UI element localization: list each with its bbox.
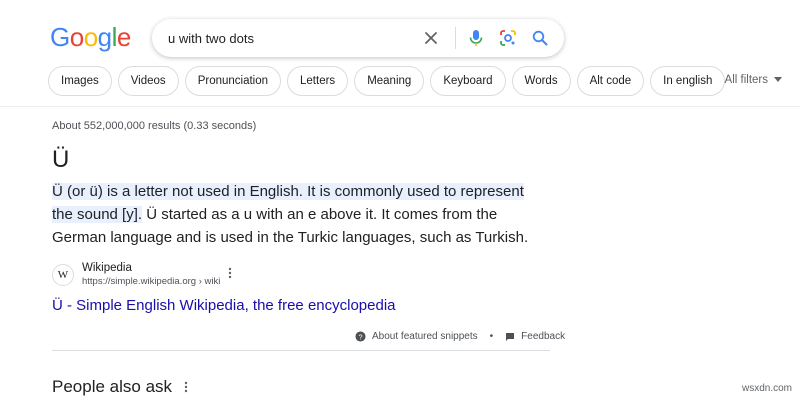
chip-meaning[interactable]: Meaning xyxy=(354,66,425,96)
svg-text:?: ? xyxy=(358,332,362,341)
chip-letters[interactable]: Letters xyxy=(287,66,349,96)
search-box[interactable]: u with two dots xyxy=(152,19,564,57)
more-options-icon[interactable] xyxy=(228,267,232,282)
lens-icon[interactable] xyxy=(494,24,522,52)
snippet-line-3: German language and is used in the Turki… xyxy=(52,229,529,246)
search-input[interactable]: u with two dots xyxy=(168,31,417,46)
snippet-line-2-highlight: the sound [y]. xyxy=(52,206,143,223)
logo-letter: g xyxy=(97,22,112,52)
source-attribution[interactable]: W Wikipedia https://simple.wikipedia.org… xyxy=(52,261,232,288)
logo-letter: G xyxy=(50,22,70,52)
chip-words[interactable]: Words xyxy=(511,66,571,96)
featured-snippet-text: Ü (or ü) is a letter not used in English… xyxy=(52,180,542,249)
chip-in-english[interactable]: In english xyxy=(650,66,726,96)
logo-letter: o xyxy=(69,22,84,52)
snippet-footer: ? About featured snippets • Feedback xyxy=(355,331,565,342)
all-filters-label: All filters xyxy=(724,74,768,86)
feedback-icon xyxy=(506,332,515,341)
people-also-ask-title: People also ask xyxy=(52,377,173,396)
snippet-divider xyxy=(52,350,550,351)
feedback-link[interactable]: Feedback xyxy=(521,331,565,342)
filter-chips: Images Videos Pronunciation Letters Mean… xyxy=(48,66,726,96)
snippet-line-1: Ü (or ü) is a letter not used in English… xyxy=(52,183,524,200)
chip-videos[interactable]: Videos xyxy=(117,66,179,96)
source-url: https://simple.wikipedia.org › wiki xyxy=(82,276,221,287)
people-also-ask-header: People also ask xyxy=(52,377,188,397)
header-divider xyxy=(0,106,800,107)
about-featured-snippets-link[interactable]: About featured snippets xyxy=(372,331,478,342)
all-filters-button[interactable]: All filters xyxy=(725,74,782,86)
chip-pronunciation[interactable]: Pronunciation xyxy=(184,66,282,96)
chip-keyboard[interactable]: Keyboard xyxy=(430,66,506,96)
searchbox-divider xyxy=(455,27,456,49)
footer-separator: • xyxy=(489,331,494,342)
source-name: Wikipedia xyxy=(82,262,132,274)
help-icon: ? xyxy=(355,331,366,342)
featured-snippet-title: Ü xyxy=(52,146,70,173)
search-icon[interactable] xyxy=(526,24,554,52)
result-title-link[interactable]: Ü - Simple English Wikipedia, the free e… xyxy=(52,297,396,314)
more-options-icon[interactable] xyxy=(184,381,188,393)
caret-down-icon xyxy=(774,77,782,82)
chip-images[interactable]: Images xyxy=(48,66,112,96)
wikipedia-favicon-icon: W xyxy=(52,263,74,286)
watermark: wsxdn.com xyxy=(741,383,792,394)
google-logo[interactable]: Google xyxy=(50,22,131,53)
chip-alt-code[interactable]: Alt code xyxy=(576,66,645,96)
logo-letter: o xyxy=(83,22,98,52)
snippet-line-2-rest: Ü started as a u with an e above it. It … xyxy=(142,206,498,223)
microphone-icon[interactable] xyxy=(462,24,490,52)
result-stats: About 552,000,000 results (0.33 seconds) xyxy=(52,120,257,132)
clear-icon[interactable] xyxy=(417,24,445,52)
logo-letter: e xyxy=(116,22,131,52)
